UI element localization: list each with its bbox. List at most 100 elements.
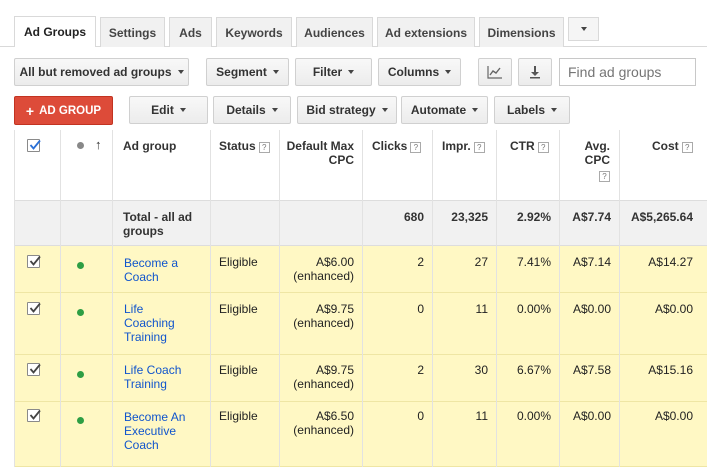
max-cpc-value[interactable]: A$9.75 (enhanced) [282,363,354,391]
row-checkbox[interactable] [27,409,41,422]
filter-label: Filter [312,65,343,79]
columns-button[interactable]: Columns [378,58,461,86]
bid-strategy-label: Bid strategy [306,103,376,117]
row-checkbox[interactable] [27,255,41,268]
clicks-value: 2 [417,363,424,377]
chevron-down-icon [551,108,557,112]
help-icon[interactable]: ? [258,142,270,153]
header-ad-group[interactable]: Ad group [123,139,176,153]
checkmark-icon [29,409,41,420]
add-ad-group-button[interactable]: + AD GROUP [14,96,113,125]
total-impr: 23,325 [451,210,488,224]
ctr-value: 0.00% [516,409,551,423]
edit-button[interactable]: Edit [129,96,208,124]
clicks-value: 2 [417,255,424,269]
ctr-value: 6.67% [516,363,551,377]
tab-bar: Ad Groups Settings Ads Keywords Audience… [0,0,707,47]
cost-value: A$0.00 [654,302,693,316]
max-cpc-amount: A$6.00 [315,255,354,269]
plus-icon: + [25,102,35,119]
ad-group-view-filter[interactable]: All but removed ad groups [14,58,189,86]
total-avg-cpc: A$7.74 [572,210,611,224]
status-dot-icon [77,371,84,378]
ad-group-link[interactable]: Become An Executive Coach [124,410,199,452]
impr-value: 27 [474,255,488,269]
status-dot-icon [77,309,84,316]
total-label: Total - all ad groups [123,210,193,238]
avg-cpc-value: A$7.14 [572,255,611,269]
more-tabs-button[interactable] [568,17,599,41]
tab-audiences[interactable]: Audiences [296,17,373,47]
ad-groups-table: ↑ Ad group Status? Default Max CPC Click… [14,130,707,467]
header-clicks[interactable]: Clicks? [372,139,422,153]
max-cpc-note: (enhanced) [293,316,354,330]
checkmark-icon [29,302,41,313]
search-input[interactable] [559,58,696,86]
help-icon[interactable]: ? [537,142,549,153]
max-cpc-value[interactable]: A$6.00 (enhanced) [282,255,354,283]
chevron-down-icon [177,70,184,74]
header-cost[interactable]: Cost? [652,139,693,153]
header-ctr[interactable]: CTR? [510,139,549,153]
sort-up-arrow-icon[interactable]: ↑ [95,138,102,152]
tab-settings[interactable]: Settings [100,17,165,47]
help-icon[interactable]: ? [681,142,693,153]
chevron-down-icon [580,27,587,31]
header-avg-cpc[interactable]: Avg. CPC? [566,139,610,182]
filter-button[interactable]: Filter [295,58,372,86]
avg-cpc-value: A$7.58 [572,363,611,377]
columns-label: Columns [387,65,440,79]
header-impr[interactable]: Impr.? [442,139,485,153]
segment-button[interactable]: Segment [206,58,289,86]
ad-group-link[interactable]: Life Coach Training [124,363,204,391]
tab-ad-extensions[interactable]: Ad extensions [377,17,475,47]
header-ctr-label: CTR [510,139,535,153]
table-row [14,246,707,293]
tab-dimensions[interactable]: Dimensions [479,17,564,47]
total-clicks: 680 [403,210,424,224]
bid-strategy-button[interactable]: Bid strategy [297,96,397,124]
row-checkbox[interactable] [27,363,41,376]
header-cost-label: Cost [652,139,679,153]
help-icon[interactable]: ? [410,142,422,153]
edit-label: Edit [151,103,174,117]
view-filter-label: All but removed ad groups [19,65,172,79]
chevron-down-icon [472,108,479,112]
header-default-max-cpc[interactable]: Default Max CPC [282,139,354,167]
ad-group-link[interactable]: Become a Coach [124,256,202,284]
download-button[interactable] [518,58,552,86]
ctr-value: 0.00% [516,302,551,316]
impr-value: 30 [474,363,488,377]
status-text: Eligible [219,255,258,269]
max-cpc-note: (enhanced) [293,423,354,437]
ad-group-link[interactable]: Life Coaching Training [124,302,194,344]
labels-button[interactable]: Labels [494,96,570,124]
select-all-checkbox[interactable] [27,139,41,152]
help-icon[interactable]: ? [473,142,485,153]
chevron-down-icon [272,70,279,74]
header-avg-cpc-label: Avg. CPC [584,139,610,167]
chevron-down-icon [445,70,452,74]
total-ctr: 2.92% [516,210,551,224]
max-cpc-value[interactable]: A$6.50 (enhanced) [282,409,354,437]
status-text: Eligible [219,409,258,423]
chevron-down-icon [179,108,186,112]
status-dot-header-icon[interactable] [77,142,84,149]
total-cost: A$5,265.64 [630,210,693,224]
chart-toggle-button[interactable] [478,58,512,86]
tab-ads[interactable]: Ads [169,17,212,47]
help-icon[interactable]: ? [599,171,610,182]
status-text: Eligible [219,363,258,377]
max-cpc-amount: A$6.50 [315,409,354,423]
header-status[interactable]: Status? [219,139,270,153]
row-checkbox[interactable] [27,302,41,315]
max-cpc-note: (enhanced) [293,269,354,283]
tab-keywords[interactable]: Keywords [216,17,292,47]
chevron-down-icon [271,108,278,112]
max-cpc-value[interactable]: A$9.75 (enhanced) [282,302,354,330]
details-button[interactable]: Details [213,96,291,124]
automate-button[interactable]: Automate [401,96,488,124]
tab-ad-groups[interactable]: Ad Groups [14,16,96,47]
avg-cpc-value: A$0.00 [572,302,611,316]
details-label: Details [226,103,266,117]
